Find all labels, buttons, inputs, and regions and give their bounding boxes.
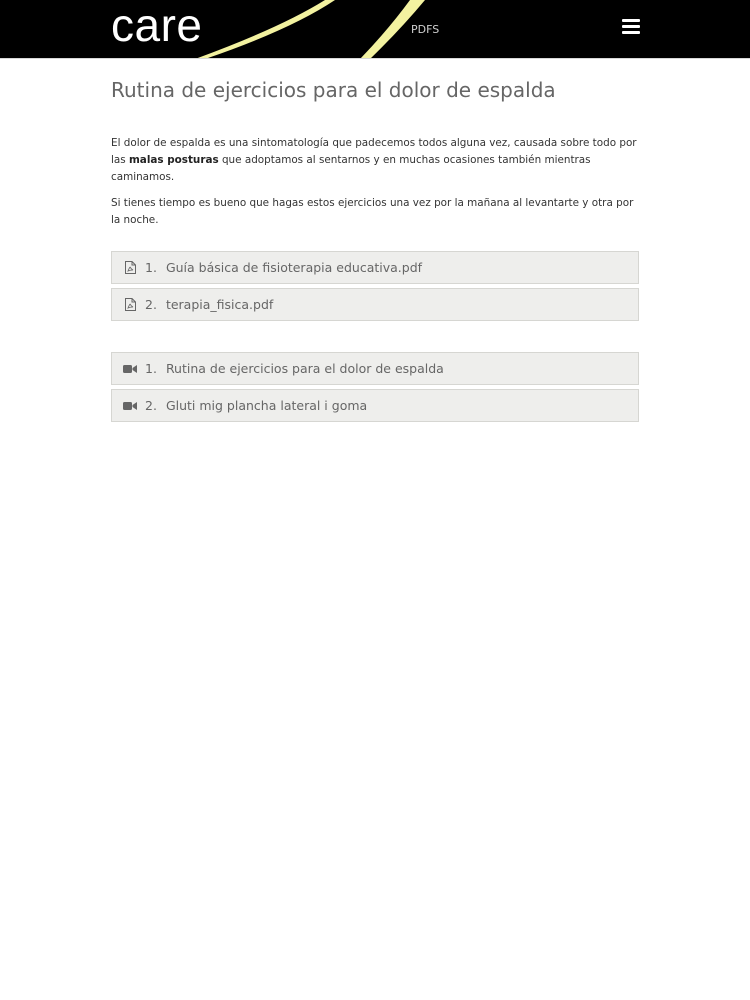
nav-link-pdfs[interactable]: PDFS xyxy=(411,23,439,36)
list-item-number: 1. xyxy=(145,361,157,376)
intro-bold-phrase: malas posturas xyxy=(128,154,219,166)
list-item-label: terapia_fisica.pdf xyxy=(165,297,274,312)
page-title: Rutina de ejercicios para el dolor de es… xyxy=(111,78,556,102)
video-camera-icon xyxy=(123,362,137,376)
video-item-2[interactable]: 2. Gluti mig plancha lateral i goma xyxy=(111,389,639,422)
main-content: Rutina de ejercicios para el dolor de es… xyxy=(111,60,639,426)
video-list: 1. Rutina de ejercicios para el dolor de… xyxy=(111,352,639,422)
intro-paragraph-2: Si tienes tiempo es bueno que hagas esto… xyxy=(111,197,634,226)
list-item-number: 1. xyxy=(145,260,157,275)
pdf-item-2[interactable]: 2. terapia_fisica.pdf xyxy=(111,288,639,321)
list-item-label: Gluti mig plancha lateral i goma xyxy=(165,398,368,413)
list-item-number: 2. xyxy=(145,297,157,312)
video-item-1[interactable]: 1. Rutina de ejercicios para el dolor de… xyxy=(111,352,639,385)
intro-paragraph-1: El dolor de espalda es una sintomatologí… xyxy=(111,137,637,183)
list-item-label: Guía básica de fisioterapia educativa.pd… xyxy=(165,260,423,275)
site-logo[interactable]: care xyxy=(111,0,202,56)
site-header: care PDFS xyxy=(0,0,750,59)
list-item-label: Rutina de ejercicios para el dolor de es… xyxy=(165,361,444,376)
video-camera-icon xyxy=(123,399,137,413)
pdf-item-1[interactable]: 1. Guía básica de fisioterapia educativa… xyxy=(111,251,639,284)
hamburger-menu-icon[interactable] xyxy=(622,19,640,36)
pdf-list: 1. Guía básica de fisioterapia educativa… xyxy=(111,251,639,321)
pdf-file-icon xyxy=(123,298,137,312)
list-item-number: 2. xyxy=(145,398,157,413)
intro-text: El dolor de espalda es una sintomatologí… xyxy=(111,135,639,229)
pdf-file-icon xyxy=(123,261,137,275)
